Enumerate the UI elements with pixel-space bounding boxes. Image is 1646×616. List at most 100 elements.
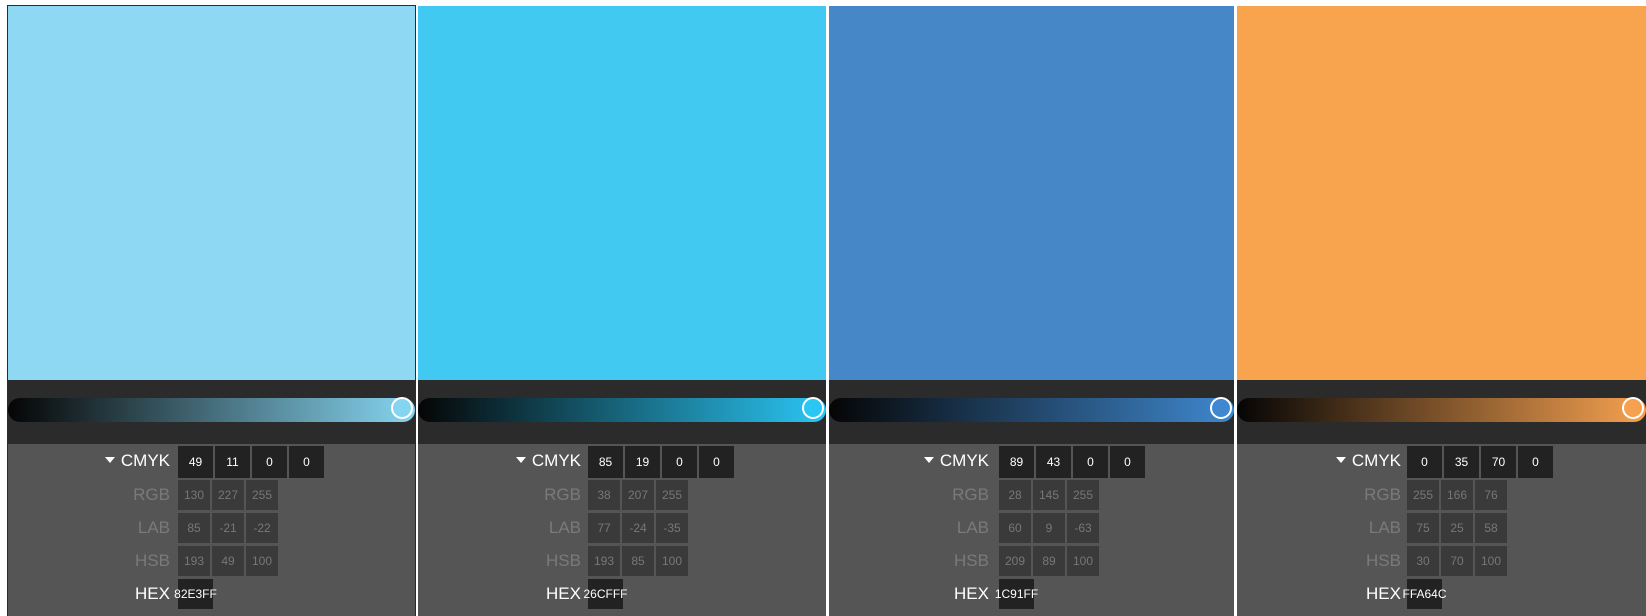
rgb-r-field[interactable]: 28 (999, 480, 1031, 510)
lab-a-field[interactable]: 9 (1033, 513, 1065, 543)
brightness-slider-thumb[interactable] (1210, 397, 1232, 419)
hsb-h-field[interactable]: 30 (1407, 546, 1439, 576)
rgb-label[interactable]: RGB (952, 485, 989, 505)
rgb-label[interactable]: RGB (544, 485, 581, 505)
color-column-2[interactable]: CMYK 85 19 0 0 RGB 38 207 255 LAB 77 -24… (418, 6, 826, 616)
cmyk-k-field[interactable]: 0 (1518, 446, 1553, 478)
lab-a-field[interactable]: 25 (1441, 513, 1473, 543)
hsb-h-field[interactable]: 193 (588, 546, 620, 576)
lab-label[interactable]: LAB (1369, 518, 1401, 538)
cmyk-y-field[interactable]: 0 (1073, 446, 1108, 478)
caret-down-icon (923, 456, 934, 463)
caret-down-icon (1335, 456, 1346, 463)
cmyk-m-field[interactable]: 19 (625, 446, 660, 478)
rgb-g-field[interactable]: 145 (1033, 480, 1065, 510)
rgb-b-field[interactable]: 76 (1475, 480, 1507, 510)
cmyk-m-field[interactable]: 11 (215, 446, 250, 478)
color-swatch[interactable] (8, 6, 415, 380)
hex-field[interactable]: FFA64C (1403, 579, 1447, 609)
hex-field[interactable]: 1C91FF (995, 579, 1038, 609)
cmyk-k-field[interactable]: 0 (699, 446, 734, 478)
color-values-panel: CMYK 49 11 0 0 RGB 130 227 255 LAB 85 -2… (8, 444, 415, 616)
lab-l-field[interactable]: 85 (178, 513, 210, 543)
color-column-3[interactable]: CMYK 89 43 0 0 RGB 28 145 255 LAB 60 9 -… (829, 6, 1234, 616)
brightness-slider-thumb[interactable] (802, 397, 824, 419)
rgb-g-field[interactable]: 207 (622, 480, 654, 510)
hsb-b-field[interactable]: 100 (1067, 546, 1099, 576)
cmyk-mode-dropdown[interactable]: CMYK (1335, 451, 1401, 471)
color-values-panel: CMYK 0 35 70 0 RGB 255 166 76 LAB 75 25 … (1237, 444, 1646, 616)
hsb-s-field[interactable]: 85 (622, 546, 654, 576)
rgb-b-field[interactable]: 255 (1067, 480, 1099, 510)
hsb-b-field[interactable]: 100 (246, 546, 278, 576)
hex-label: HEX (1366, 584, 1401, 603)
cmyk-c-field[interactable]: 85 (588, 446, 623, 478)
cmyk-mode-dropdown[interactable]: CMYK (515, 451, 581, 471)
rgb-label[interactable]: RGB (1364, 485, 1401, 505)
hsb-b-field[interactable]: 100 (1475, 546, 1507, 576)
lab-b-field[interactable]: -63 (1067, 513, 1099, 543)
cmyk-y-field[interactable]: 0 (252, 446, 287, 478)
lab-b-field[interactable]: -22 (246, 513, 278, 543)
brightness-slider-thumb[interactable] (391, 397, 413, 419)
hsb-s-field[interactable]: 49 (212, 546, 244, 576)
cmyk-m-field[interactable]: 43 (1036, 446, 1071, 478)
color-swatch[interactable] (1237, 6, 1646, 380)
brightness-slider-track[interactable] (829, 398, 1234, 422)
brightness-slider-thumb[interactable] (1622, 397, 1644, 419)
cmyk-y-field[interactable]: 0 (662, 446, 697, 478)
hsb-h-field[interactable]: 209 (999, 546, 1031, 576)
lab-b-field[interactable]: 58 (1475, 513, 1507, 543)
color-swatch[interactable] (418, 6, 826, 380)
color-swatch[interactable] (829, 6, 1234, 380)
lab-l-field[interactable]: 77 (588, 513, 620, 543)
cmyk-mode-dropdown[interactable]: CMYK (923, 451, 989, 471)
cmyk-k-field[interactable]: 0 (289, 446, 324, 478)
lab-label[interactable]: LAB (957, 518, 989, 538)
lab-label[interactable]: LAB (138, 518, 170, 538)
hex-field[interactable]: 82E3FF (174, 579, 217, 609)
rgb-g-field[interactable]: 227 (212, 480, 244, 510)
brightness-slider-track[interactable] (418, 398, 826, 422)
brightness-slider-track[interactable] (8, 398, 415, 422)
hex-field[interactable]: 26CFFF (584, 579, 628, 609)
hsb-s-field[interactable]: 89 (1033, 546, 1065, 576)
cmyk-y-field[interactable]: 70 (1481, 446, 1516, 478)
hex-row: HEX 82E3FF (8, 577, 415, 609)
lab-row: LAB 75 25 58 (1237, 511, 1646, 543)
rgb-b-field[interactable]: 255 (246, 480, 278, 510)
color-column-4[interactable]: CMYK 0 35 70 0 RGB 255 166 76 LAB 75 25 … (1237, 6, 1646, 616)
lab-label[interactable]: LAB (549, 518, 581, 538)
lab-l-field[interactable]: 75 (1407, 513, 1439, 543)
rgb-r-field[interactable]: 255 (1407, 480, 1439, 510)
cmyk-k-field[interactable]: 0 (1110, 446, 1145, 478)
hsb-label[interactable]: HSB (954, 551, 989, 571)
cmyk-c-field[interactable]: 49 (178, 446, 213, 478)
lab-l-field[interactable]: 60 (999, 513, 1031, 543)
hsb-label[interactable]: HSB (1366, 551, 1401, 571)
hsb-h-field[interactable]: 193 (178, 546, 210, 576)
hex-row: HEX 26CFFF (418, 577, 826, 609)
cmyk-c-field[interactable]: 0 (1407, 446, 1442, 478)
caret-down-icon (515, 456, 526, 463)
lab-a-field[interactable]: -24 (622, 513, 654, 543)
rgb-g-field[interactable]: 166 (1441, 480, 1473, 510)
rgb-label[interactable]: RGB (133, 485, 170, 505)
hex-row: HEX 1C91FF (829, 577, 1234, 609)
color-column-1[interactable]: CMYK 49 11 0 0 RGB 130 227 255 LAB 85 -2… (7, 5, 416, 616)
hsb-s-field[interactable]: 70 (1441, 546, 1473, 576)
rgb-r-field[interactable]: 130 (178, 480, 210, 510)
rgb-r-field[interactable]: 38 (588, 480, 620, 510)
brightness-slider-track[interactable] (1237, 398, 1646, 422)
lab-a-field[interactable]: -21 (212, 513, 244, 543)
color-values-panel: CMYK 85 19 0 0 RGB 38 207 255 LAB 77 -24… (418, 444, 826, 616)
lab-b-field[interactable]: -35 (656, 513, 688, 543)
hsb-label[interactable]: HSB (135, 551, 170, 571)
cmyk-c-field[interactable]: 89 (999, 446, 1034, 478)
cmyk-m-field[interactable]: 35 (1444, 446, 1479, 478)
hsb-b-field[interactable]: 100 (656, 546, 688, 576)
rgb-b-field[interactable]: 255 (656, 480, 688, 510)
cmyk-label: CMYK (531, 451, 581, 470)
cmyk-mode-dropdown[interactable]: CMYK (104, 451, 170, 471)
hsb-label[interactable]: HSB (546, 551, 581, 571)
